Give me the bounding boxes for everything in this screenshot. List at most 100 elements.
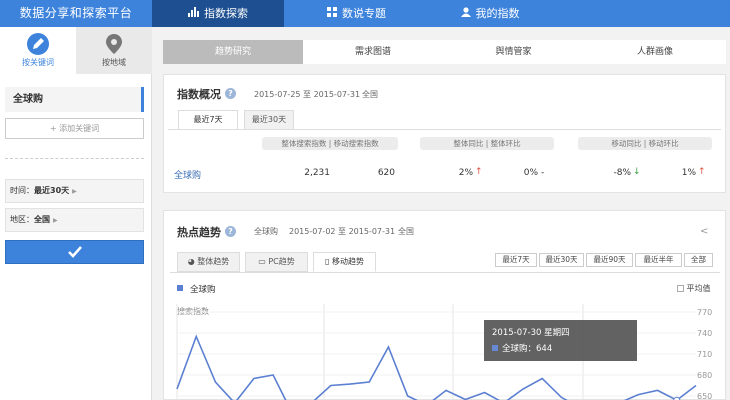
- tab-overall-trend[interactable]: ◕ 整体趋势: [177, 252, 240, 272]
- tooltip-series-label: 全球购：: [502, 344, 537, 354]
- tooltip-date: 2015-07-30 星期四: [492, 328, 570, 338]
- bar-chart-icon: [188, 1, 199, 28]
- caret-right-icon: ▶: [72, 188, 77, 195]
- pen-icon: [27, 33, 49, 55]
- trend-keyword: 全球购: [254, 227, 278, 236]
- nav-index-explore[interactable]: 指数探索: [152, 0, 284, 27]
- tab-last-7-days[interactable]: 最近7天: [178, 110, 238, 130]
- tab-last-30-days[interactable]: 最近30天: [244, 110, 294, 130]
- overview-date-range: 2015-07-25 至 2015-07-31: [254, 90, 361, 99]
- tooltip-value: 644: [536, 344, 553, 354]
- monitor-icon: ▭: [258, 257, 266, 266]
- range-all-button[interactable]: 全部: [684, 253, 713, 267]
- confirm-button[interactable]: [5, 240, 144, 264]
- header-overall: 整体搜索指数: [281, 139, 327, 148]
- caret-right-icon: ▶: [53, 217, 58, 224]
- help-icon[interactable]: ?: [225, 226, 236, 237]
- yoy-value: 2%: [458, 168, 473, 178]
- user-icon: [460, 1, 471, 28]
- app-logo[interactable]: 数据分享和探索平台: [0, 0, 152, 27]
- search-index-header: 整体搜索指数 | 移动搜索指数: [262, 137, 398, 150]
- chart-tooltip: 2015-07-30 星期四 全球购：644: [484, 320, 637, 361]
- y-tick-label: 770: [697, 308, 712, 317]
- mobile-yoy-value: -8%: [613, 168, 631, 178]
- mobile-mom-value: 1%: [681, 168, 696, 178]
- range-90d-button[interactable]: 最近90天: [586, 253, 633, 267]
- tab-label: 整体趋势: [197, 257, 230, 266]
- y-tick-label: 680: [697, 371, 712, 380]
- overview-title: 指数概况: [177, 88, 221, 101]
- trend-line-chart: 770 740 710 680 650: [176, 304, 712, 400]
- help-icon[interactable]: ?: [225, 88, 236, 99]
- range-half-year-button[interactable]: 最近半年: [635, 253, 682, 267]
- tab-sentiment[interactable]: 舆情管家: [443, 40, 584, 64]
- range-30d-button[interactable]: 最近30天: [539, 253, 584, 267]
- tab-pc-trend[interactable]: ▭ PC趋势: [245, 252, 308, 272]
- header-mom: 整体环比: [490, 139, 521, 148]
- mom-suffix: -: [541, 168, 545, 178]
- tab-audience[interactable]: 人群画像: [584, 40, 726, 64]
- top-navigation-bar: 数据分享和探索平台 指数探索 数说专题 我的指数: [0, 0, 730, 27]
- region-filter[interactable]: 地区：全国 ▶: [5, 208, 144, 232]
- nav-label: 指数探索: [204, 7, 248, 20]
- tab-mobile-trend[interactable]: ▯ 移动趋势: [313, 252, 376, 272]
- range-7d-button[interactable]: 最近7天: [495, 253, 537, 267]
- phone-icon: ▯: [325, 257, 330, 266]
- nav-my-index[interactable]: 我的指数: [429, 0, 551, 27]
- time-filter[interactable]: 时间：最近30天 ▶: [5, 179, 144, 203]
- divider: [5, 158, 144, 159]
- tab-demand-graph[interactable]: 需求图谱: [303, 40, 443, 64]
- grid-icon: [327, 1, 337, 28]
- overall-index-value: 2,231: [304, 168, 330, 178]
- nav-label: 数说专题: [342, 7, 386, 20]
- sidebar-tab-label: 按关键词: [22, 58, 54, 67]
- nav-label: 我的指数: [475, 7, 520, 20]
- legend-swatch: [177, 285, 183, 291]
- pie-icon: ◕: [187, 257, 195, 266]
- region-filter-label: 地区：: [10, 215, 34, 224]
- checkmark-icon: [68, 246, 82, 258]
- y-tick-label: 710: [697, 350, 712, 359]
- header-mobile: 移动搜索指数: [333, 139, 379, 148]
- trend-title: 热点趋势: [177, 226, 221, 239]
- overall-compare-header: 整体同比 | 整体环比: [420, 137, 554, 150]
- divider: [168, 129, 721, 130]
- sidebar-tab-label: 按地域: [102, 58, 126, 67]
- y-tick-label: 650: [697, 392, 712, 400]
- mobile-compare-header: 移动同比 | 移动环比: [578, 137, 712, 150]
- trend-date-range: 2015-07-02 至 2015-07-31: [289, 227, 396, 236]
- header-mobile-mom: 移动环比: [648, 139, 679, 148]
- header-mobile-yoy: 移动同比: [611, 139, 642, 148]
- sidebar-tab-keyword[interactable]: 按关键词: [0, 27, 76, 74]
- tab-label: PC趋势: [268, 257, 295, 266]
- region-filter-value: 全国: [34, 215, 50, 224]
- sidebar-tab-region[interactable]: 按地域: [76, 27, 152, 74]
- main-tab-bar: 趋势研究 需求图谱 舆情管家 人群画像: [163, 40, 726, 64]
- overview-region: 全国: [362, 90, 378, 99]
- tooltip-series: 全球购：644: [502, 342, 552, 354]
- location-pin-icon: [103, 33, 125, 55]
- checkbox[interactable]: [677, 285, 684, 292]
- y-tick-label: 740: [697, 329, 712, 338]
- share-icon[interactable]: <: [700, 226, 708, 237]
- arrow-up-icon: ↑: [698, 167, 706, 177]
- keyword-item[interactable]: 全球购: [5, 87, 144, 112]
- keyword-link[interactable]: 全球购: [174, 168, 201, 181]
- legend-label: 全球购: [190, 285, 216, 295]
- average-toggle[interactable]: 平均值: [677, 283, 711, 294]
- mom-value: 0%: [523, 168, 538, 178]
- nav-topics[interactable]: 数说专题: [284, 0, 429, 27]
- divider: [170, 272, 720, 273]
- average-label: 平均值: [686, 284, 711, 293]
- sidebar: 按关键词 按地域 全球购 + 添加关键词 时间：最近30天 ▶ 地区：全国 ▶: [0, 27, 152, 400]
- tooltip-swatch: [492, 345, 498, 351]
- arrow-up-icon: ↑: [475, 167, 483, 177]
- header-yoy: 整体同比: [453, 139, 484, 148]
- add-keyword-button[interactable]: + 添加关键词: [5, 118, 144, 139]
- time-filter-value: 最近30天: [34, 186, 70, 195]
- tab-label: 移动趋势: [331, 257, 364, 266]
- trend-region: 全国: [398, 227, 414, 236]
- mobile-index-value: 620: [377, 168, 395, 178]
- tab-trend-research[interactable]: 趋势研究: [163, 40, 303, 64]
- time-filter-label: 时间：: [10, 186, 34, 195]
